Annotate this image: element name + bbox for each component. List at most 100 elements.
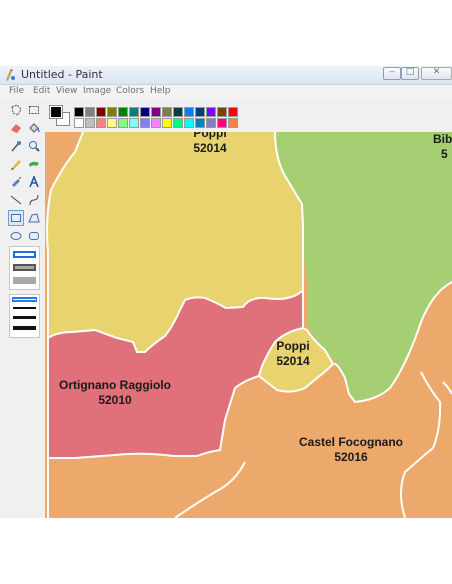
fill-style-outline[interactable] (13, 251, 36, 258)
fill-bucket-icon (29, 123, 40, 133)
palette-swatch[interactable] (173, 107, 183, 117)
title-bar[interactable]: Untitled - Paint ‒ □ ✕ (0, 66, 452, 85)
palette-swatch[interactable] (74, 118, 84, 128)
line-tool[interactable] (8, 192, 24, 208)
foreground-color-swatch (49, 105, 63, 119)
menu-edit[interactable]: Edit (33, 86, 50, 96)
menu-image[interactable]: Image (83, 86, 111, 96)
eraser-tool[interactable] (8, 120, 24, 136)
color-picker-tool[interactable] (8, 138, 24, 154)
menu-colors[interactable]: Colors (116, 86, 144, 96)
maximize-button[interactable]: □ (401, 67, 419, 80)
label-poppi-enclave-code: 52014 (276, 354, 310, 368)
line-width-3[interactable] (13, 316, 36, 319)
fill-style-fill[interactable] (13, 277, 36, 284)
palette-swatch[interactable] (140, 107, 150, 117)
palette-swatch[interactable] (206, 118, 216, 128)
brush-icon (29, 161, 39, 167)
palette-swatch[interactable] (96, 107, 106, 117)
rectangle-tool[interactable] (8, 210, 24, 226)
current-colors[interactable] (48, 104, 70, 126)
palette-swatch[interactable] (184, 118, 194, 128)
drawing-canvas[interactable]: Poppi 52014 Bib 5 Poppi 52014 Ortignano … (45, 132, 452, 518)
palette-swatch[interactable] (118, 107, 128, 117)
map-image: Poppi 52014 Bib 5 Poppi 52014 Ortignano … (45, 132, 452, 518)
palette-swatch[interactable] (140, 118, 150, 128)
palette-swatch[interactable] (184, 107, 194, 117)
curve-icon (29, 194, 39, 206)
palette-swatch[interactable] (173, 118, 183, 128)
line-width-options (9, 294, 40, 338)
brush-tool[interactable] (26, 156, 42, 172)
fill-style-outline-fill[interactable] (13, 264, 36, 271)
line-width-4[interactable] (13, 326, 36, 330)
fill-style-options (9, 246, 40, 290)
rounded-rectangle-icon (29, 232, 39, 240)
palette-swatch[interactable] (206, 107, 216, 117)
palette-swatch[interactable] (107, 107, 117, 117)
airbrush-tool[interactable] (8, 174, 24, 190)
palette-swatch[interactable] (118, 118, 128, 128)
airbrush-icon (12, 177, 21, 187)
text-tool[interactable] (26, 174, 42, 190)
magnifier-tool[interactable] (26, 138, 42, 154)
palette-swatch[interactable] (162, 107, 172, 117)
paint-app-icon (6, 69, 15, 81)
palette-swatch[interactable] (195, 107, 205, 117)
line-width-1-selected[interactable] (12, 297, 37, 302)
color-picker-icon (11, 141, 21, 152)
minimize-button[interactable]: ‒ (383, 67, 401, 80)
palette-swatch[interactable] (162, 118, 172, 128)
palette-swatch[interactable] (74, 107, 84, 117)
palette-swatch[interactable] (107, 118, 117, 128)
label-castel-focognano-name: Castel Focognano (299, 435, 403, 449)
magnifier-icon (29, 141, 40, 152)
toolbox (0, 100, 45, 518)
label-castel-focognano-code: 52016 (334, 450, 368, 464)
close-button[interactable]: ✕ (421, 67, 452, 80)
color-palette (45, 100, 452, 132)
select-tool[interactable] (26, 102, 42, 118)
label-ortignano-code: 52010 (98, 393, 132, 407)
palette-swatch[interactable] (129, 107, 139, 117)
ellipse-tool[interactable] (8, 228, 24, 244)
palette-swatch[interactable] (228, 107, 238, 117)
pencil-tool[interactable] (8, 156, 24, 172)
label-bibbiena-name: Bib (433, 132, 452, 146)
palette-swatch[interactable] (96, 118, 106, 128)
free-select-tool[interactable] (8, 102, 24, 118)
palette-swatch[interactable] (151, 107, 161, 117)
label-poppi-code: 52014 (193, 141, 227, 155)
fill-tool[interactable] (26, 120, 42, 136)
label-poppi-enclave-name: Poppi (276, 339, 309, 353)
menu-view[interactable]: View (56, 86, 77, 96)
close-icon: ✕ (432, 67, 441, 77)
palette-swatch[interactable] (228, 118, 238, 128)
rectangle-icon (11, 214, 21, 222)
window-title: Untitled - Paint (21, 68, 103, 81)
polygon-tool[interactable] (26, 210, 42, 226)
line-width-2[interactable] (13, 307, 36, 309)
palette-swatch[interactable] (217, 118, 227, 128)
palette-swatch[interactable] (217, 107, 227, 117)
menu-bar: File Edit View Image Colors Help (0, 85, 452, 99)
text-icon (29, 176, 39, 188)
polygon-icon (28, 213, 40, 223)
label-poppi-name: Poppi (193, 132, 226, 140)
palette-swatch[interactable] (195, 118, 205, 128)
label-bibbiena-code: 5 (441, 147, 448, 161)
maximize-icon: □ (405, 67, 415, 77)
line-icon (10, 195, 22, 205)
palette-swatch[interactable] (85, 118, 95, 128)
palette-swatch[interactable] (151, 118, 161, 128)
palette-swatch[interactable] (129, 118, 139, 128)
menu-file[interactable]: File (9, 86, 24, 96)
pencil-icon (11, 160, 21, 170)
menu-help[interactable]: Help (150, 86, 171, 96)
palette-swatch[interactable] (85, 107, 95, 117)
curve-tool[interactable] (26, 192, 42, 208)
ellipse-icon (10, 232, 22, 240)
label-ortignano-name: Ortignano Raggiolo (59, 378, 171, 392)
eraser-icon (11, 124, 21, 133)
rounded-rectangle-tool[interactable] (26, 228, 42, 244)
